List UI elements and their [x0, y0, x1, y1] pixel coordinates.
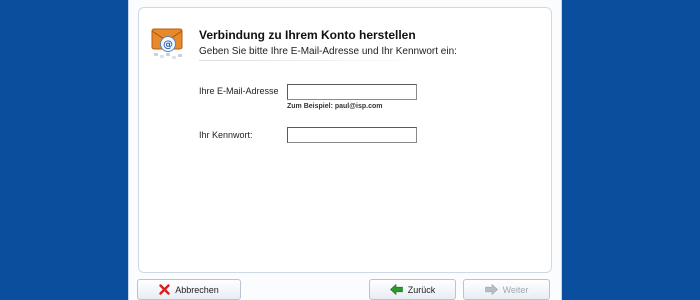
wizard-window: @ Verbindung zu Ihrem Konto herstellen G…	[128, 0, 562, 300]
next-button-label: Weiter	[502, 284, 529, 295]
password-field[interactable]	[287, 127, 417, 143]
email-field[interactable]	[287, 84, 417, 100]
back-button-label: Zurück	[407, 284, 436, 295]
password-label: Ihr Kennwort:	[199, 130, 253, 140]
arrow-left-icon	[389, 284, 403, 295]
arrow-right-icon	[484, 284, 498, 295]
content-panel: @ Verbindung zu Ihrem Konto herstellen G…	[138, 7, 552, 273]
close-icon	[159, 284, 170, 295]
cancel-button-label: Abbrechen	[175, 284, 219, 295]
email-hint: Zum Beispiel: paul@isp.com	[287, 103, 383, 110]
mail-icon: @	[150, 23, 186, 63]
svg-text:@: @	[163, 40, 173, 51]
back-button[interactable]: Zurück	[369, 279, 456, 300]
title-divider	[199, 60, 429, 61]
page-subtitle: Geben Sie bitte Ihre E-Mail-Adresse und …	[199, 46, 457, 57]
email-label: Ihre E-Mail-Adresse	[199, 86, 279, 96]
page-title: Verbindung zu Ihrem Konto herstellen	[199, 28, 416, 42]
next-button[interactable]: Weiter	[463, 279, 550, 300]
cancel-button[interactable]: Abbrechen	[137, 279, 241, 300]
